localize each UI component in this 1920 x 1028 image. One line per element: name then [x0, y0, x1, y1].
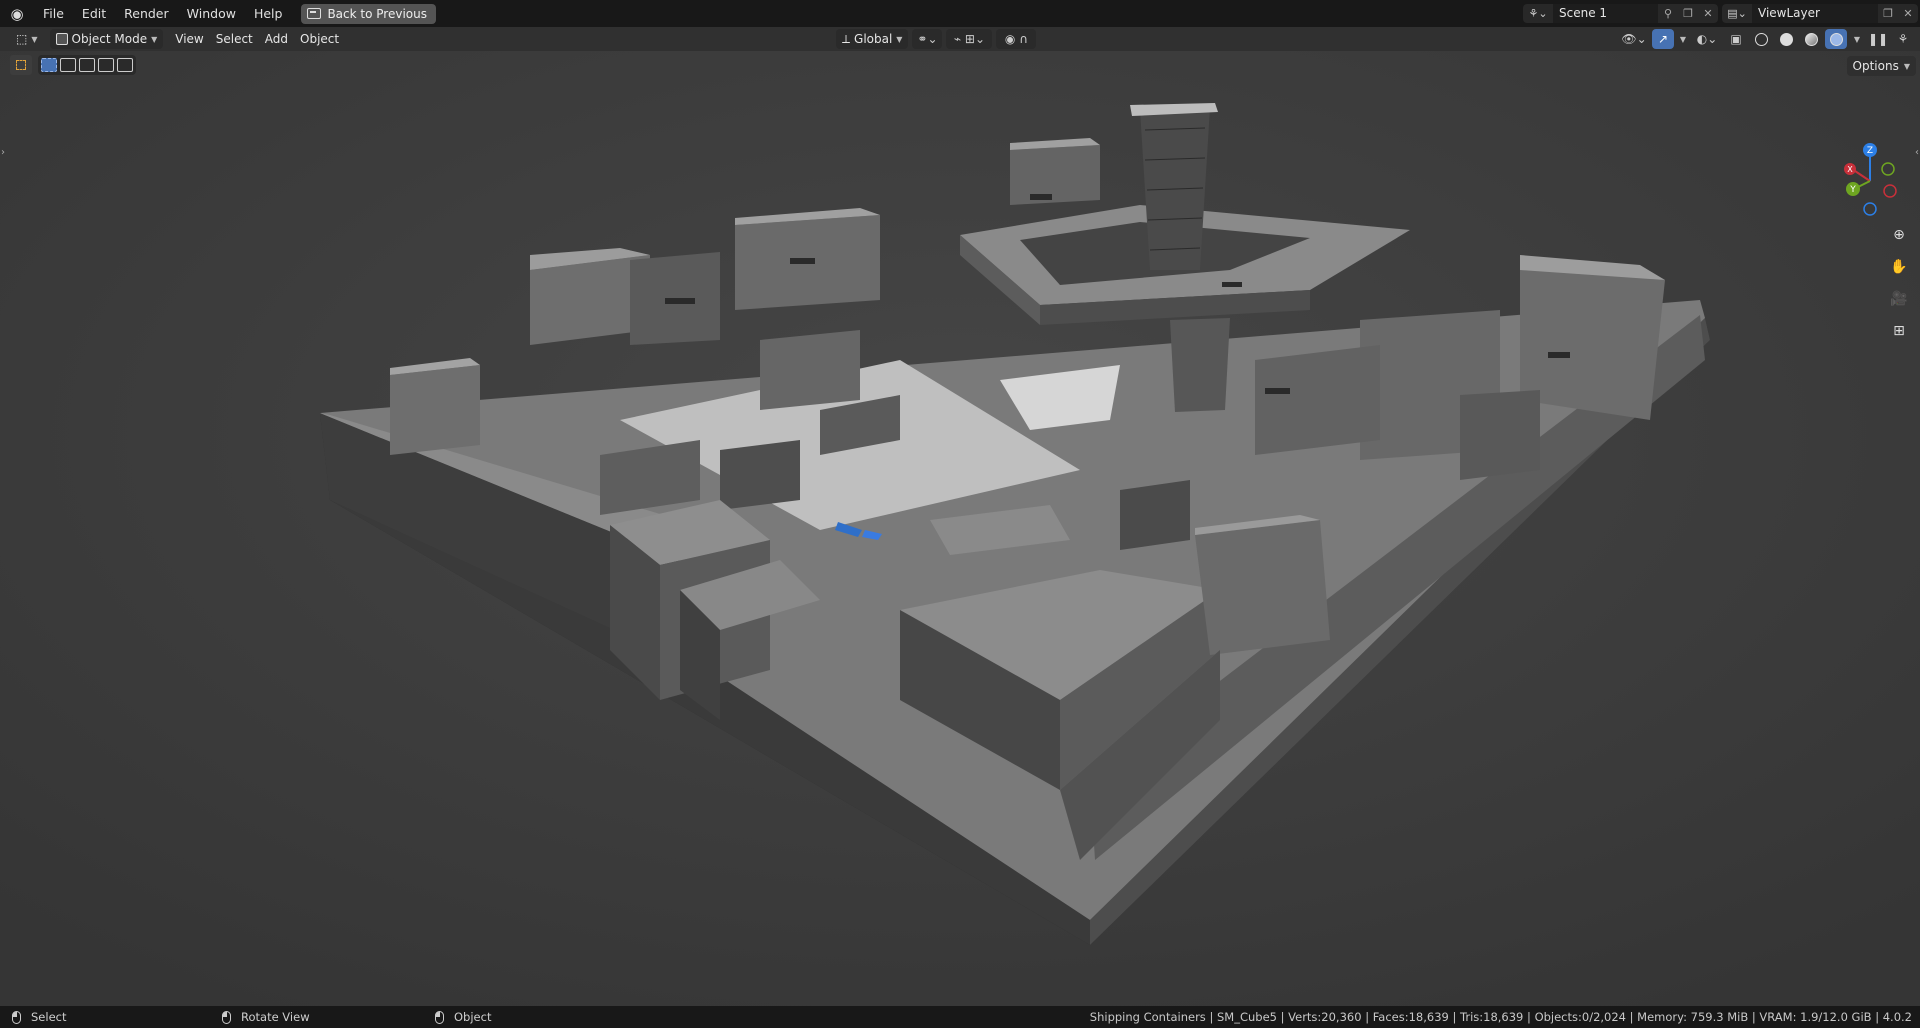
scene-statistics: Shipping Containers | SM_Cube5 | Verts:2…: [1089, 1010, 1912, 1024]
camera-settings-icon[interactable]: ⚘: [1892, 29, 1914, 49]
x-axis-label: X: [1847, 165, 1853, 174]
chevron-down-icon: ▼: [1903, 61, 1910, 71]
tool-settings-row: [0, 51, 136, 79]
zoom-icon[interactable]: ⊕: [1886, 223, 1912, 247]
status-select: Select: [12, 1010, 66, 1024]
new-scene-icon[interactable]: ❐: [1678, 4, 1698, 23]
back-to-previous-label: Back to Previous: [327, 6, 427, 21]
right-mouse-icon: [435, 1010, 444, 1024]
view-layer-selector: ▤⌄ ViewLayer ❐ ✕: [1722, 4, 1918, 23]
select-invert-icon[interactable]: [98, 58, 114, 72]
shading-options-icon[interactable]: ▼: [1850, 29, 1864, 49]
menu-render[interactable]: Render: [115, 0, 178, 27]
gizmo-dropdown-icon[interactable]: ▼: [1677, 29, 1689, 49]
screen-icon: [307, 8, 322, 19]
delete-scene-icon[interactable]: ✕: [1698, 4, 1718, 23]
view-layer-browse-icon[interactable]: ▤⌄: [1722, 4, 1752, 23]
pause-icon[interactable]: ❚❚: [1867, 29, 1889, 49]
level-geometry-render: [0, 51, 1920, 1013]
select-subtract-icon[interactable]: [79, 58, 95, 72]
neg-x-axis-handle[interactable]: [1883, 184, 1897, 198]
mode-dropdown[interactable]: Object Mode ▼: [49, 29, 164, 49]
options-label: Options: [1852, 59, 1899, 73]
menu-view[interactable]: View: [169, 29, 209, 49]
transform-tools: ⟂ Global ▼ ⚭⌄ ⌁ ⊞⌄ ◉ ∩: [836, 29, 1037, 49]
menu-add[interactable]: Add: [259, 29, 294, 49]
view-layer-field[interactable]: ViewLayer: [1752, 4, 1878, 23]
status-rotate-label: Rotate View: [241, 1010, 310, 1024]
select-extend-icon[interactable]: [60, 58, 76, 72]
orientation-icon: ⟂: [842, 31, 851, 46]
new-view-layer-icon[interactable]: ❐: [1878, 4, 1898, 23]
status-bar: Select Rotate View Object Shipping Conta…: [0, 1006, 1920, 1028]
middle-mouse-icon: [222, 1010, 231, 1024]
overlays-icon[interactable]: ◐⌄: [1692, 29, 1722, 49]
viewport-editor-icon: ⬚: [16, 32, 28, 46]
3d-viewport[interactable]: › ‹ Z X Y ⊕ ✋ 🎥 ⊞: [0, 51, 1920, 1013]
viewport-navigation: ⊕ ✋ 🎥 ⊞: [1886, 223, 1912, 343]
perspective-grid-icon[interactable]: ⊞: [1886, 319, 1912, 343]
toolbar-expand-icon[interactable]: ›: [1, 147, 5, 158]
object-mode-icon: [55, 33, 68, 45]
status-rotate: Rotate View: [222, 1010, 310, 1024]
material-shading-icon[interactable]: [1800, 29, 1822, 49]
wireframe-shading-icon[interactable]: [1750, 29, 1772, 49]
pin-icon[interactable]: ⚲: [1658, 4, 1678, 23]
rendered-shading-icon[interactable]: [1825, 29, 1847, 49]
editor-type-button[interactable]: ⬚ ▼: [10, 29, 44, 49]
menu-object[interactable]: Object: [294, 29, 345, 49]
menu-select[interactable]: Select: [210, 29, 259, 49]
pivot-point-icon[interactable]: ⚭⌄: [912, 29, 943, 49]
gizmo-toggle-icon[interactable]: ↗: [1652, 29, 1674, 49]
status-object: Object: [435, 1010, 491, 1024]
left-mouse-icon: [12, 1010, 21, 1024]
sidebar-expand-icon[interactable]: ‹: [1915, 147, 1919, 158]
solid-shading-icon[interactable]: [1775, 29, 1797, 49]
mode-label: Object Mode: [71, 32, 148, 46]
select-intersect-icon[interactable]: [117, 58, 133, 72]
menu-edit[interactable]: Edit: [73, 0, 115, 27]
viewport-display-tools: 👁⌄ ↗ ▼ ◐⌄ ▣ ▼ ❚❚ ⚘: [1619, 29, 1914, 49]
z-axis-label: Z: [1867, 146, 1873, 156]
visibility-eye-icon[interactable]: 👁⌄: [1619, 29, 1649, 49]
y-axis-label: Y: [1849, 185, 1856, 195]
neg-z-axis-handle[interactable]: [1863, 202, 1877, 216]
viewport-header: ⬚ ▼ Object Mode ▼ View Select Add Object …: [0, 27, 1920, 51]
scene-browse-icon[interactable]: ⚘⌄: [1523, 4, 1553, 23]
chevron-down-icon: ▼: [151, 34, 158, 44]
orientation-label: Global: [854, 32, 893, 46]
delete-view-layer-icon[interactable]: ✕: [1898, 4, 1918, 23]
orientation-dropdown[interactable]: ⟂ Global ▼: [836, 29, 909, 49]
menu-window[interactable]: Window: [178, 0, 245, 27]
menu-help[interactable]: Help: [245, 0, 292, 27]
scene-selector: ⚘⌄ Scene 1 ⚲ ❐ ✕: [1523, 4, 1718, 23]
top-bar: ◉ File Edit Render Window Help Back to P…: [0, 0, 1920, 27]
snap-icon[interactable]: ⌁ ⊞⌄: [946, 29, 993, 49]
navigation-gizmo[interactable]: Z X Y: [1840, 141, 1900, 221]
blender-logo-icon[interactable]: ◉: [0, 0, 34, 27]
back-to-previous-button[interactable]: Back to Previous: [301, 3, 436, 24]
menu-file[interactable]: File: [34, 0, 73, 27]
pan-hand-icon[interactable]: ✋: [1886, 255, 1912, 279]
select-box-tool-icon[interactable]: [10, 55, 32, 75]
selection-modes: [38, 55, 136, 75]
options-dropdown[interactable]: Options ▼: [1846, 56, 1916, 76]
scene-name-field[interactable]: Scene 1: [1553, 4, 1658, 23]
select-new-icon[interactable]: [41, 58, 57, 72]
camera-view-icon[interactable]: 🎥: [1886, 287, 1912, 311]
status-select-label: Select: [31, 1010, 67, 1024]
proportional-edit-icon[interactable]: ◉ ∩: [996, 29, 1037, 49]
status-object-label: Object: [454, 1010, 492, 1024]
xray-toggle-icon[interactable]: ▣: [1725, 29, 1747, 49]
neg-y-axis-handle[interactable]: [1881, 162, 1895, 176]
